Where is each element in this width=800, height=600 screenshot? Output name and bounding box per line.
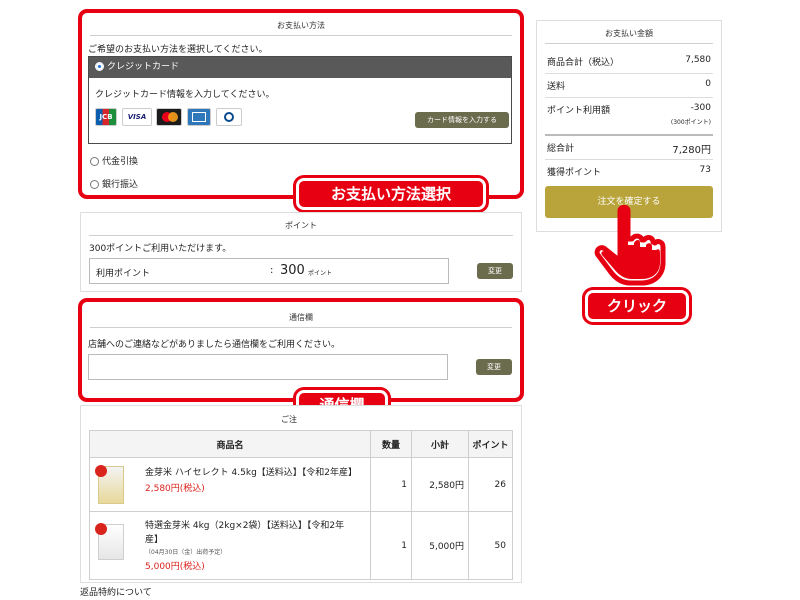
summary-title: お支払い金額 [545,21,713,44]
credit-card-option-header[interactable]: クレジットカード [89,57,511,78]
col-product-name: 商品名 [89,430,371,458]
points-panel: ポイント 300ポイントご利用いただけます。 利用ポイント : 300 ポイント… [80,212,522,292]
divider [545,73,713,74]
visa-logo: VISA [122,108,152,126]
qty-cell: 1 [370,511,412,580]
credit-card-radio[interactable] [95,62,104,71]
summary-points-sub: (300ポイント) [670,119,711,126]
amex-logo [187,108,211,126]
product-name: 特選金芽米 4kg（2kg×2袋）【送料込】【令和2年産】 [145,521,345,545]
payment-summary-panel: お支払い金額 商品合計（税込） 7,580 送料 0 ポイント利用額 -300 … [536,20,722,232]
return-policy-link[interactable]: 返品特約について [80,585,152,598]
message-change-button[interactable]: 変更 [476,359,512,375]
total-value: 7,280円 [672,145,711,156]
points-use-label: 利用ポイント [96,269,151,279]
product-ship-note: （04月30日（金）出荷予定） [145,549,227,556]
divider [545,159,713,160]
payment-callout: お支払い方法選択 [296,178,486,210]
rice-bag-image [95,523,124,560]
amex-mark-icon [192,112,206,122]
divider [545,134,713,136]
cod-radio[interactable] [90,157,99,166]
jcb-logo: JCB [95,108,117,126]
product-price: 2,580円(税込) [145,484,205,494]
summary-row-shipping: 送料 0 [547,79,711,92]
click-callout: クリック [585,290,689,322]
cod-label: 代金引換 [102,157,139,167]
col-points: ポイント [468,430,513,458]
cod-option[interactable]: 代金引換 [90,154,138,167]
points-change-button[interactable]: 変更 [477,263,513,279]
points-cell: 26 [468,457,513,512]
product-cell: 金芽米 ハイセレクト 4.5kg【送料込】【令和2年産】 2,580円(税込) [89,457,371,512]
summary-row-total: 総合計 7,280円 [547,141,711,156]
earned-value: 73 [699,165,711,175]
summary-row-subtotal: 商品合計（税込） 7,580 [547,55,711,68]
product-cell: 特選金芽米 4kg（2kg×2袋）【送料込】【令和2年産】 （04月30日（金）… [89,511,371,580]
message-input[interactable] [88,354,448,380]
divider [545,97,713,98]
diners-club-logo [216,108,242,126]
credit-card-label: クレジットカード [107,62,180,72]
order-table-header: 商品名 数量 小計 ポイント [89,430,513,458]
rice-bag-image [95,465,124,504]
order-table: 商品名 数量 小計 ポイント 金芽米 ハイセレクト 4.5kg【送料込】【令和2… [89,430,513,580]
message-instruction: 店舗へのご連絡などがありましたら通信欄をご利用ください。 [88,340,341,350]
card-prompt: クレジットカード情報を入力してください。 [95,90,275,100]
total-label: 総合計 [547,144,575,154]
badge-4-5kg-icon [95,465,107,477]
summary-value: 7,580 [685,55,711,65]
summary-label: 商品合計（税込） [547,58,620,68]
summary-value: 0 [705,79,711,89]
bank-option[interactable]: 銀行振込 [90,177,138,190]
subtotal-cell: 5,000円 [411,511,469,580]
col-subtotal: 小計 [411,430,469,458]
diners-circle-icon [224,112,234,122]
order-panel: ご注 商品名 数量 小計 ポイント 金芽米 ハイセレクト 4.5kg【送料込】【… [80,405,522,583]
summary-value: -300 [690,103,711,113]
points-available-text: 300ポイントご利用いただけます。 [89,244,232,254]
table-row: 金芽米 ハイセレクト 4.5kg【送料込】【令和2年産】 2,580円(税込) … [89,457,513,512]
pointing-hand-icon [594,205,666,286]
payment-method-panel: お支払い方法 ご希望のお支払い方法を選択してください。 クレジットカード クレジ… [80,12,522,206]
earned-label: 獲得ポイント [547,168,602,178]
product-name: 金芽米 ハイセレクト 4.5kg【送料込】【令和2年産】 [145,468,358,478]
message-section-title: 通信欄 [90,305,512,328]
payment-instruction: ご希望のお支払い方法を選択してください。 [88,45,268,55]
bank-label: 銀行振込 [102,180,139,190]
mastercard-orange-circle-icon [168,112,178,122]
qty-cell: 1 [370,457,412,512]
order-section-title: ご注 [281,415,297,424]
points-separator: : [270,265,274,276]
badge-4kg-icon [95,523,107,535]
enter-card-info-button[interactable]: カード情報を入力する [415,112,509,128]
points-unit: ポイント [308,270,333,277]
subtotal-cell: 2,580円 [411,457,469,512]
product-price: 5,000円(税込) [145,562,205,572]
payment-section-title: お支払い方法 [90,12,512,36]
bank-radio[interactable] [90,180,99,189]
col-quantity: 数量 [370,430,412,458]
points-input-box[interactable]: 利用ポイント : 300 ポイント [89,258,449,284]
table-row: 特選金芽米 4kg（2kg×2袋）【送料込】【令和2年産】 （04月30日（金）… [89,511,513,580]
mastercard-logo [156,108,182,126]
summary-label: 送料 [547,82,566,92]
summary-row-earned: 獲得ポイント 73 [547,165,711,178]
summary-row-points-used: ポイント利用額 -300 [547,103,711,116]
credit-card-option-box: クレジットカード クレジットカード情報を入力してください。 JCB VISA カ… [88,56,512,144]
summary-label: ポイント利用額 [547,106,611,116]
points-section-title: ポイント [89,213,513,236]
points-use-value[interactable]: 300 [280,263,305,278]
message-panel: 通信欄 店舗へのご連絡などがありましたら通信欄をご利用ください。 変更 [80,305,522,395]
points-cell: 50 [468,511,513,580]
